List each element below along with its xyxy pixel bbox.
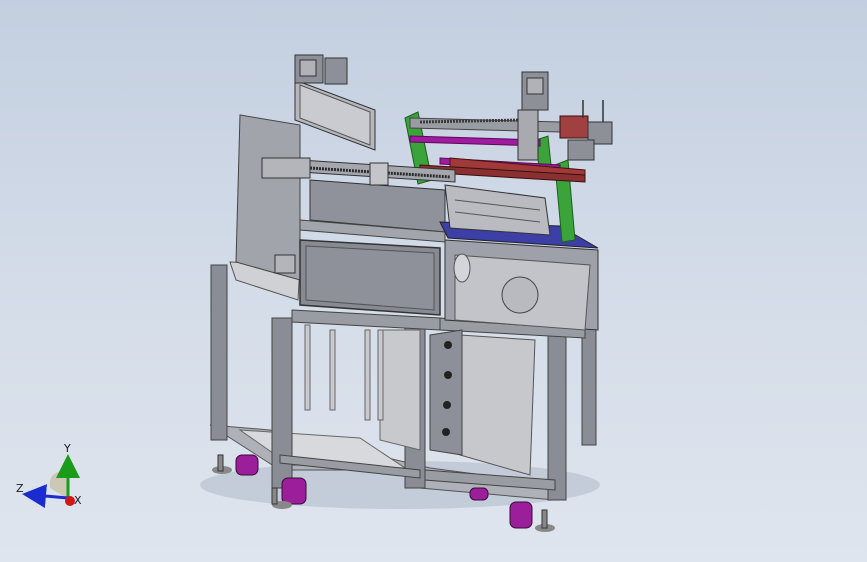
triad-x-label: X [74, 494, 82, 507]
reference-triad [22, 454, 80, 509]
graphics-viewport[interactable]: Y Z X [0, 0, 867, 562]
triad-y-label: Y [64, 442, 71, 455]
triad-z-label: Z [16, 482, 24, 495]
